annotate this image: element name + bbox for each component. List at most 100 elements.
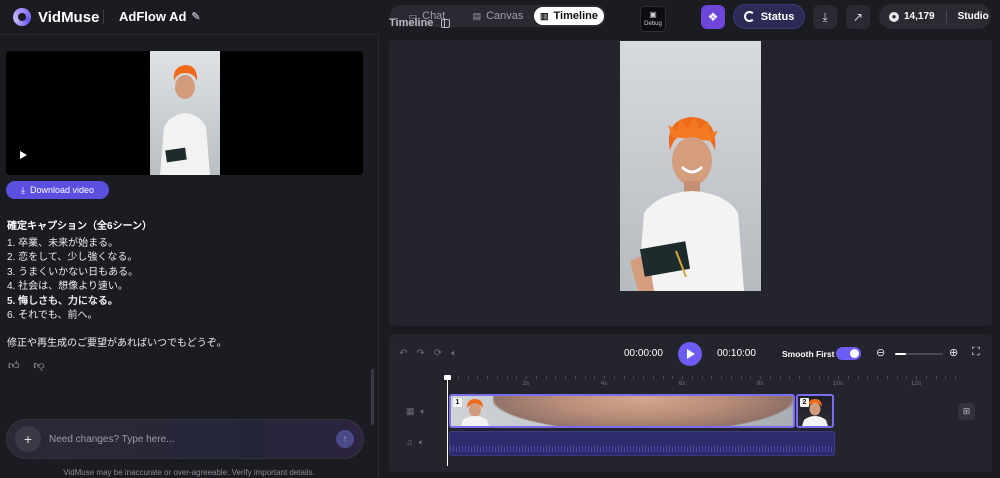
top-bar: VidMuse AdFlow Ad ✎ ▭ Chat ▤ Canvas ▥ Ti…: [0, 0, 1000, 34]
debug-button[interactable]: ▣ Debug: [640, 6, 666, 32]
logo[interactable]: VidMuse: [13, 8, 99, 26]
ruler-tick: [828, 376, 830, 379]
ruler-tick: [779, 376, 781, 379]
play-icon[interactable]: [20, 151, 27, 159]
coin-icon: ●: [889, 11, 899, 22]
audio-clip[interactable]: [449, 431, 835, 456]
ruler-label: 2s: [522, 380, 530, 387]
chat-input-bar: + ↑: [6, 419, 364, 459]
project-title[interactable]: AdFlow Ad ✎: [119, 9, 201, 24]
tab-timeline-label: Timeline: [553, 10, 598, 22]
video-track-icon: ▦: [406, 406, 415, 416]
volume-icon[interactable]: 🔈︎: [451, 348, 457, 359]
ruler-tick: [867, 376, 869, 379]
redo-icon[interactable]: ↷: [416, 348, 424, 359]
play-button[interactable]: [678, 342, 702, 366]
caption-title: 確定キャプション（全6シーン）: [7, 221, 153, 232]
list-item: 3. うまくいかない日もある。: [7, 266, 139, 278]
ruler-tick: [711, 376, 713, 379]
credits-count: 14,179: [904, 11, 935, 22]
ruler-tick: [760, 376, 761, 379]
tab-canvas[interactable]: ▤ Canvas: [462, 7, 534, 25]
tab-canvas-label: Canvas: [486, 10, 524, 22]
video-preview[interactable]: [389, 40, 992, 326]
smooth-first-toggle[interactable]: [836, 347, 861, 360]
thumbs-down-icon[interactable]: 👎︎: [34, 359, 45, 372]
ruler-label: 10s: [832, 380, 844, 387]
edit-icon[interactable]: ✎: [191, 10, 200, 23]
share-button[interactable]: ↗: [846, 5, 870, 29]
credits-badge[interactable]: ● 14,179 Studio: [879, 4, 991, 29]
feedback-buttons: 👍︎ 👎︎: [8, 359, 45, 372]
ruler-tick: [477, 376, 479, 379]
video-clip[interactable]: 2: [796, 394, 834, 428]
ruler-tick: [565, 376, 566, 379]
thumbs-up-icon[interactable]: 👍︎: [8, 359, 20, 372]
undo-icon[interactable]: ↶: [399, 348, 407, 359]
status-button[interactable]: Status: [733, 4, 805, 29]
track-volume-icon[interactable]: 🔈︎: [421, 406, 426, 417]
total-time: 00:10:00: [717, 348, 756, 359]
ruler-label: 8s: [756, 380, 764, 387]
ruler-tick: [526, 376, 527, 379]
ruler-tick: [662, 376, 664, 379]
panel-divider[interactable]: [378, 34, 379, 478]
logo-mark-icon: [13, 8, 31, 26]
ruler-tick: [691, 376, 693, 379]
ruler-tick: [896, 376, 898, 379]
video-player[interactable]: [6, 51, 363, 175]
ruler-tick: [750, 376, 752, 379]
chat-scrollbar[interactable]: [371, 369, 374, 425]
ruler-tick: [847, 376, 849, 379]
ruler-tick: [925, 376, 927, 379]
send-button[interactable]: ↑: [336, 430, 354, 448]
clip-number: 1: [453, 398, 462, 407]
ruler-tick: [682, 376, 683, 379]
music-icon: ♫: [406, 437, 413, 447]
download-button[interactable]: ⤓: [813, 5, 837, 29]
ruler-tick: [886, 376, 888, 379]
ruler-tick: [457, 376, 459, 379]
ruler-tick: [789, 376, 791, 379]
time-ruler[interactable]: 2s 4s 6s 8s 10s 12s: [448, 376, 978, 388]
ruler-label: 4s: [600, 380, 608, 387]
add-attachment-button[interactable]: +: [15, 426, 41, 452]
video-clip[interactable]: 1: [449, 394, 795, 428]
gift-button[interactable]: ❖: [701, 5, 725, 29]
arrow-up-icon: ↑: [342, 433, 348, 445]
ruler-tick: [740, 376, 742, 379]
timeline-header: Timeline: [389, 17, 451, 29]
video-thumbnail: [150, 51, 220, 175]
add-icon: ⊞: [962, 406, 971, 416]
plan-label: Studio: [957, 11, 989, 22]
sidebar-toggle-icon[interactable]: [441, 18, 451, 28]
chat-input[interactable]: [49, 433, 336, 445]
track-volume-icon[interactable]: 🔈︎: [419, 437, 424, 448]
clip-number: 2: [800, 398, 809, 407]
refresh-icon[interactable]: ⟳: [434, 348, 442, 359]
gift-icon: ❖: [707, 10, 719, 24]
ruler-tick: [574, 376, 576, 379]
list-item: 6. それでも、前へ。: [7, 310, 98, 322]
ruler-tick: [906, 376, 908, 379]
ruler-tick: [555, 376, 557, 379]
clip-filmstrip: [493, 396, 793, 426]
add-clip-button[interactable]: ⊞: [958, 403, 975, 420]
playhead[interactable]: [444, 375, 451, 466]
ruler-label: 6s: [678, 380, 686, 387]
ruler-tick: [604, 376, 605, 379]
zoom-slider[interactable]: [895, 353, 943, 355]
plus-icon: +: [23, 431, 33, 447]
tab-timeline[interactable]: ▥ Timeline: [534, 7, 604, 25]
fullscreen-icon[interactable]: ⛶: [972, 346, 980, 359]
play-icon: [687, 349, 695, 359]
ruler-tick: [467, 376, 469, 379]
zoom-in-icon[interactable]: ⊕: [949, 346, 958, 359]
zoom-out-icon[interactable]: ⊖: [876, 346, 885, 359]
list-item: 5. 悔しさも、力になる。: [7, 295, 118, 307]
list-item: 2. 恋をして、少し強くなる。: [7, 252, 138, 264]
ruler-tick: [672, 376, 674, 379]
download-video-button[interactable]: ⤓ Download video: [6, 181, 109, 199]
ruler-tick: [594, 376, 596, 379]
audio-waveform: [450, 446, 834, 452]
